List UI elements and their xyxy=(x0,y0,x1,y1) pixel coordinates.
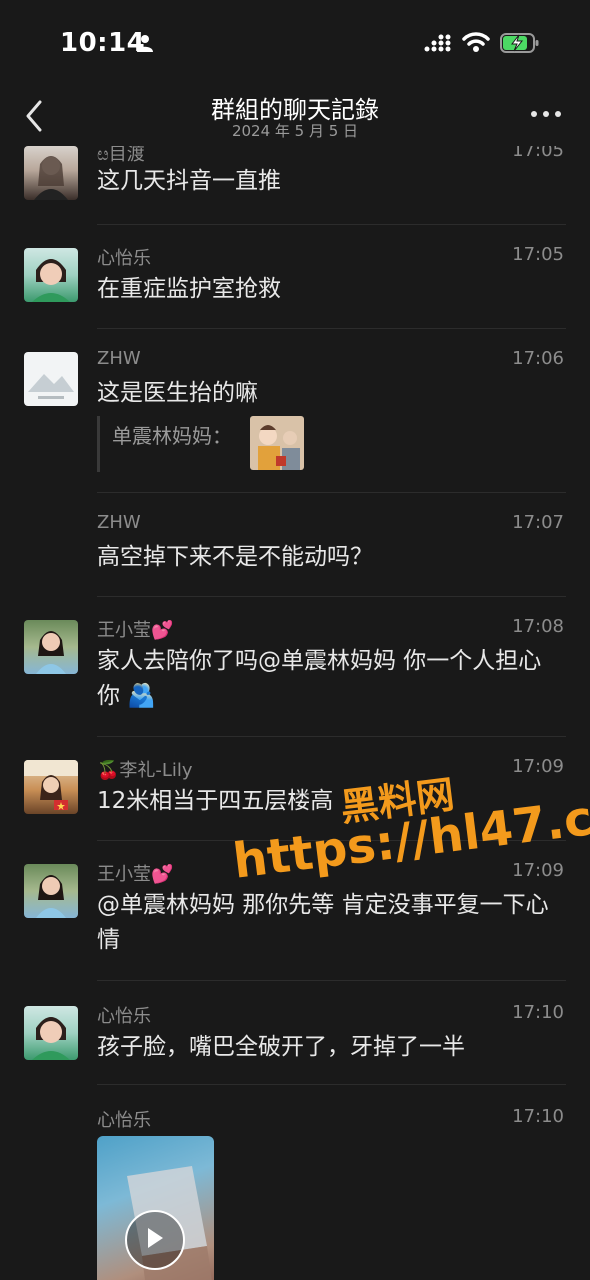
message-text: 这是医生抬的嘛 xyxy=(97,380,258,406)
sender-name: ZHW xyxy=(97,512,141,533)
message-time: 17:10 xyxy=(512,1002,564,1023)
message-text: 12米相当于四五层楼高 xyxy=(97,788,334,814)
avatar[interactable] xyxy=(24,352,78,406)
avatar[interactable] xyxy=(24,760,78,814)
message-text: 家人去陪你了吗@单震林妈妈 你一个人担心你 🫂 xyxy=(97,648,542,709)
avatar[interactable] xyxy=(24,146,78,200)
divider xyxy=(97,224,566,225)
message-list[interactable]: ೞ目渡 17:05 这几天抖音一直推 心怡乐 17:05 在重症监护室抢救 ZH… xyxy=(0,146,590,1280)
message-time: 17:10 xyxy=(512,1106,564,1127)
message-text: 在重症监护室抢救 xyxy=(97,276,281,302)
video-thumbnail[interactable] xyxy=(97,1136,214,1280)
sender-name: ZHW xyxy=(97,348,141,369)
avatar[interactable] xyxy=(24,620,78,674)
sender-name: 王小莹💕 xyxy=(97,864,174,885)
message-time: 17:05 xyxy=(512,146,564,161)
message-text: 孩子脸，嘴巴全破开了，牙掉了一半 xyxy=(97,1034,465,1060)
status-time: 10:14 xyxy=(60,28,146,58)
divider xyxy=(97,736,566,737)
message-time: 17:05 xyxy=(512,244,564,265)
divider xyxy=(97,1084,566,1085)
more-icon[interactable] xyxy=(530,104,562,124)
sender-name: 王小莹💕 xyxy=(97,620,174,641)
message-time: 17:08 xyxy=(512,616,564,637)
play-button[interactable] xyxy=(125,1210,185,1270)
divider xyxy=(97,492,566,493)
quote-image-thumbnail[interactable] xyxy=(250,416,304,470)
quote-block[interactable]: 单震林妈妈： xyxy=(97,416,320,472)
signal-icon xyxy=(424,34,451,52)
message-text: 高空掉下来不是不能动吗？ xyxy=(97,544,373,570)
nav-bar: 群組的聊天記錄 2024 年 5 月 5 日 xyxy=(0,86,590,146)
divider xyxy=(97,980,566,981)
message-time: 17:06 xyxy=(512,348,564,369)
sender-name: 心怡乐 xyxy=(97,248,151,269)
sender-name: 🍒李礼-Lily xyxy=(97,760,193,781)
avatar[interactable] xyxy=(24,248,78,302)
avatar[interactable] xyxy=(24,1006,78,1060)
divider xyxy=(97,328,566,329)
wifi-icon xyxy=(462,32,490,52)
message-time: 17:09 xyxy=(512,860,564,881)
avatar[interactable] xyxy=(24,864,78,918)
message-text: 这几天抖音一直推 xyxy=(97,168,281,194)
battery-icon xyxy=(500,33,539,53)
divider xyxy=(97,840,566,841)
message-time: 17:07 xyxy=(512,512,564,533)
sender-name: ೞ目渡 xyxy=(97,146,145,165)
page-date: 2024 年 5 月 5 日 xyxy=(231,122,359,140)
message-time: 17:09 xyxy=(512,756,564,777)
person-icon xyxy=(137,35,153,52)
sender-name: 心怡乐 xyxy=(97,1006,151,1027)
quote-label: 单震林妈妈： xyxy=(112,424,232,448)
status-bar: 10:14 xyxy=(0,0,590,86)
message-text: @单震林妈妈 那你先等 肯定没事平复一下心情 xyxy=(97,892,549,953)
sender-name: 心怡乐 xyxy=(97,1110,151,1131)
divider xyxy=(97,596,566,597)
